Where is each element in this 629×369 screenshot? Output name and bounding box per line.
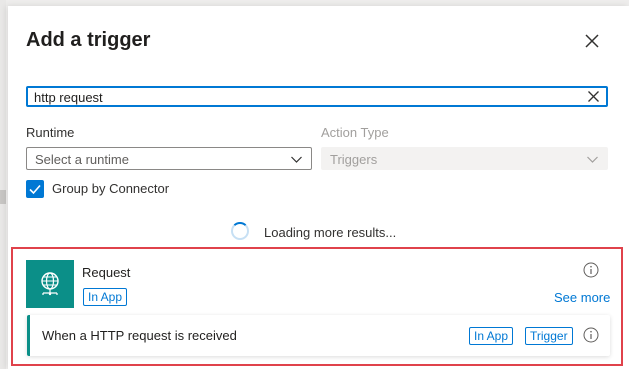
runtime-label: Runtime [26, 125, 75, 140]
action-type-dropdown: Triggers [321, 147, 608, 170]
search-box [26, 86, 608, 107]
action-type-label: Action Type [321, 125, 389, 140]
group-by-connector-checkbox[interactable] [26, 180, 44, 198]
close-icon [585, 34, 599, 48]
checkmark-icon [29, 184, 41, 195]
runtime-dropdown[interactable]: Select a runtime [26, 147, 312, 170]
highlight-box [11, 247, 623, 366]
chevron-down-icon [291, 156, 302, 163]
loading-spinner-icon [231, 222, 249, 240]
clear-search-button[interactable] [587, 90, 600, 103]
action-type-dropdown-value: Triggers [330, 152, 378, 167]
group-by-connector-label: Group by Connector [52, 181, 170, 196]
background-strip [0, 190, 6, 204]
background-edge [0, 0, 6, 369]
add-trigger-panel: Add a trigger Runtime Select a runtime A… [8, 6, 629, 369]
loading-text: Loading more results... [264, 225, 397, 240]
runtime-dropdown-value: Select a runtime [35, 152, 129, 167]
panel-title: Add a trigger [26, 29, 151, 51]
close-icon [588, 91, 599, 102]
chevron-down-icon [587, 156, 598, 163]
close-button[interactable] [583, 32, 601, 50]
search-input[interactable] [34, 89, 564, 105]
